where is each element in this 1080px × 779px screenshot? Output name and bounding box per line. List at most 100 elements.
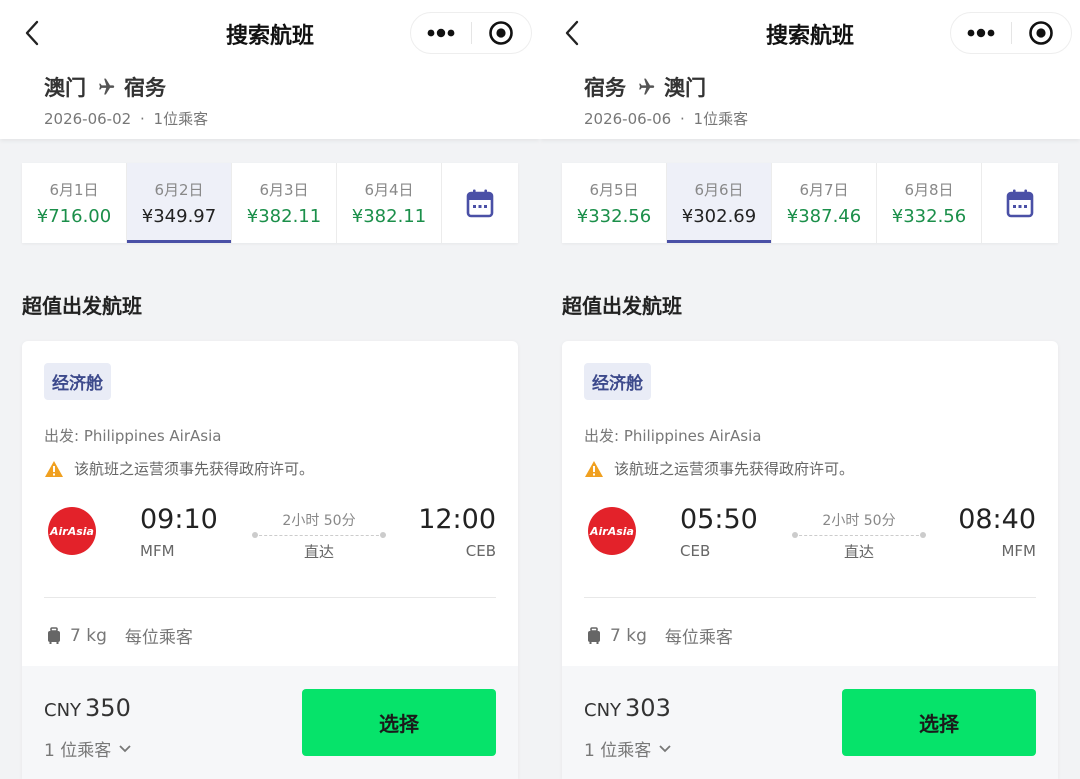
date-selector: 6月1日 ¥716.00 6月2日 ¥349.97 6月3日 ¥382.11 6… <box>22 163 518 243</box>
date-option[interactable]: 6月8日 ¥332.56 <box>877 163 982 243</box>
departure-airport: CEB <box>680 542 711 560</box>
section-title: 超值出发航班 <box>22 294 142 318</box>
close-mini-program-button[interactable] <box>471 13 531 53</box>
passenger-dropdown[interactable]: 1 位乘客 <box>44 736 131 761</box>
warning-triangle-icon <box>45 460 63 477</box>
search-panel-outbound: 搜索航班 澳门 宿务 2026-06-02 · 1位乘客 6月1日 ¥716.0… <box>0 0 540 779</box>
departure-airport: MFM <box>140 542 175 560</box>
record-target-icon <box>489 21 514 45</box>
mini-program-capsule <box>410 12 532 54</box>
calendar-button[interactable] <box>982 163 1058 243</box>
date-label: 6月8日 <box>904 181 954 199</box>
date-option[interactable]: 6月3日 ¥382.11 <box>232 163 337 243</box>
more-button[interactable] <box>411 13 471 53</box>
destination-city: 宿务 <box>124 76 166 100</box>
date-price: ¥382.11 <box>351 206 427 227</box>
logo-text: AirAsia <box>590 524 634 538</box>
date-option[interactable]: 6月5日 ¥332.56 <box>562 163 667 243</box>
date-price: ¥387.46 <box>786 206 862 227</box>
carrier-text: 出发: Philippines AirAsia <box>44 427 222 445</box>
date-option[interactable]: 6月7日 ¥387.46 <box>772 163 877 243</box>
date-label: 6月1日 <box>49 181 99 199</box>
plane-icon <box>99 78 115 95</box>
date-option[interactable]: 6月4日 ¥382.11 <box>337 163 442 243</box>
destination-city: 澳门 <box>664 76 706 100</box>
duration-dot-start <box>252 532 258 538</box>
airasia-logo: AirAsia <box>588 507 636 555</box>
departure-time: 09:10 <box>140 504 218 535</box>
permit-warning: 该航班之运营须事先获得政府许可。 <box>44 458 314 479</box>
flight-card[interactable]: 经济舱 出发: Philippines AirAsia 该航班之运营须事先获得政… <box>22 341 518 779</box>
date-label: 6月4日 <box>364 181 414 199</box>
warning-text: 该航班之运营须事先获得政府许可。 <box>614 460 855 478</box>
calendar-icon <box>466 189 494 218</box>
duration-dot-end <box>380 532 386 538</box>
route: 澳门 宿务 <box>44 72 166 102</box>
duration-dot-start <box>792 532 798 538</box>
trip-subinfo: 2026-06-06 · 1位乘客 <box>584 108 748 129</box>
select-button[interactable]: 选择 <box>842 689 1036 756</box>
flight-card[interactable]: 经济舱 出发: Philippines AirAsia 该航班之运营须事先获得政… <box>562 341 1058 779</box>
passenger-dropdown-label: 1 位乘客 <box>584 741 652 761</box>
flight-duration: 2小时 50分 <box>822 513 896 529</box>
date-option-selected[interactable]: 6月6日 ¥302.69 <box>667 163 772 243</box>
date-label: 6月7日 <box>799 181 849 199</box>
date-label: 6月6日 <box>694 181 744 199</box>
permit-warning: 该航班之运营须事先获得政府许可。 <box>584 458 854 479</box>
warning-triangle-icon <box>585 460 603 477</box>
select-button[interactable]: 选择 <box>302 689 496 756</box>
duration-line <box>254 535 384 536</box>
departure-time: 05:50 <box>680 504 758 535</box>
price: CNY 350 <box>44 694 131 722</box>
price: CNY 303 <box>584 694 671 722</box>
search-panel-return: 搜索航班 宿务 澳门 2026-06-06 · 1位乘客 6月5日 ¥332.5… <box>540 0 1080 779</box>
travel-date: 2026-06-02 <box>44 110 132 128</box>
duration-dot-end <box>920 532 926 538</box>
carrier-text: 出发: Philippines AirAsia <box>584 427 762 445</box>
price-amount: 350 <box>85 694 131 722</box>
card-divider <box>44 597 496 598</box>
date-price: ¥716.00 <box>36 206 112 227</box>
close-mini-program-button[interactable] <box>1011 13 1071 53</box>
header: 搜索航班 澳门 宿务 2026-06-02 · 1位乘客 <box>0 0 540 139</box>
baggage-info: 7 kg 每位乘客 <box>586 623 733 648</box>
arrival-airport: CEB <box>465 542 496 560</box>
chevron-down-icon <box>659 744 671 752</box>
route: 宿务 澳门 <box>584 72 706 102</box>
section-title: 超值出发航班 <box>562 294 682 318</box>
date-option[interactable]: 6月1日 ¥716.00 <box>22 163 127 243</box>
trip-subinfo: 2026-06-02 · 1位乘客 <box>44 108 208 129</box>
logo-text: AirAsia <box>50 524 94 538</box>
stops-info: 直达 <box>303 543 334 561</box>
calendar-button[interactable] <box>442 163 518 243</box>
duration-line <box>794 535 924 536</box>
warning-text: 该航班之运营须事先获得政府许可。 <box>74 460 315 478</box>
baggage-weight: 7 kg <box>70 625 107 646</box>
separator: · <box>679 110 685 128</box>
luggage-icon <box>48 626 60 644</box>
chevron-down-icon <box>119 744 131 752</box>
baggage-info: 7 kg 每位乘客 <box>46 623 193 648</box>
date-label: 6月2日 <box>154 181 204 199</box>
price-currency: CNY <box>44 700 82 721</box>
date-price: ¥302.69 <box>681 206 757 227</box>
arrival-time: 12:00 <box>418 504 496 535</box>
date-price: ¥332.56 <box>891 206 967 227</box>
airasia-logo: AirAsia <box>48 507 96 555</box>
travel-date: 2026-06-06 <box>584 110 672 128</box>
baggage-note: 每位乘客 <box>664 628 733 648</box>
origin-city: 澳门 <box>44 76 86 100</box>
passenger-dropdown-label: 1 位乘客 <box>44 741 112 761</box>
baggage-weight: 7 kg <box>610 625 647 646</box>
date-selector: 6月5日 ¥332.56 6月6日 ¥302.69 6月7日 ¥387.46 6… <box>562 163 1058 243</box>
passenger-dropdown[interactable]: 1 位乘客 <box>584 736 671 761</box>
stops-info: 直达 <box>843 543 874 561</box>
card-footer: CNY 350 1 位乘客 选择 <box>22 666 518 779</box>
more-button[interactable] <box>951 13 1011 53</box>
calendar-icon <box>1006 189 1034 218</box>
date-option-selected[interactable]: 6月2日 ¥349.97 <box>127 163 232 243</box>
flight-duration: 2小时 50分 <box>282 513 356 529</box>
record-target-icon <box>1029 21 1054 45</box>
date-price: ¥349.97 <box>141 206 217 227</box>
more-dots-icon <box>967 28 995 38</box>
